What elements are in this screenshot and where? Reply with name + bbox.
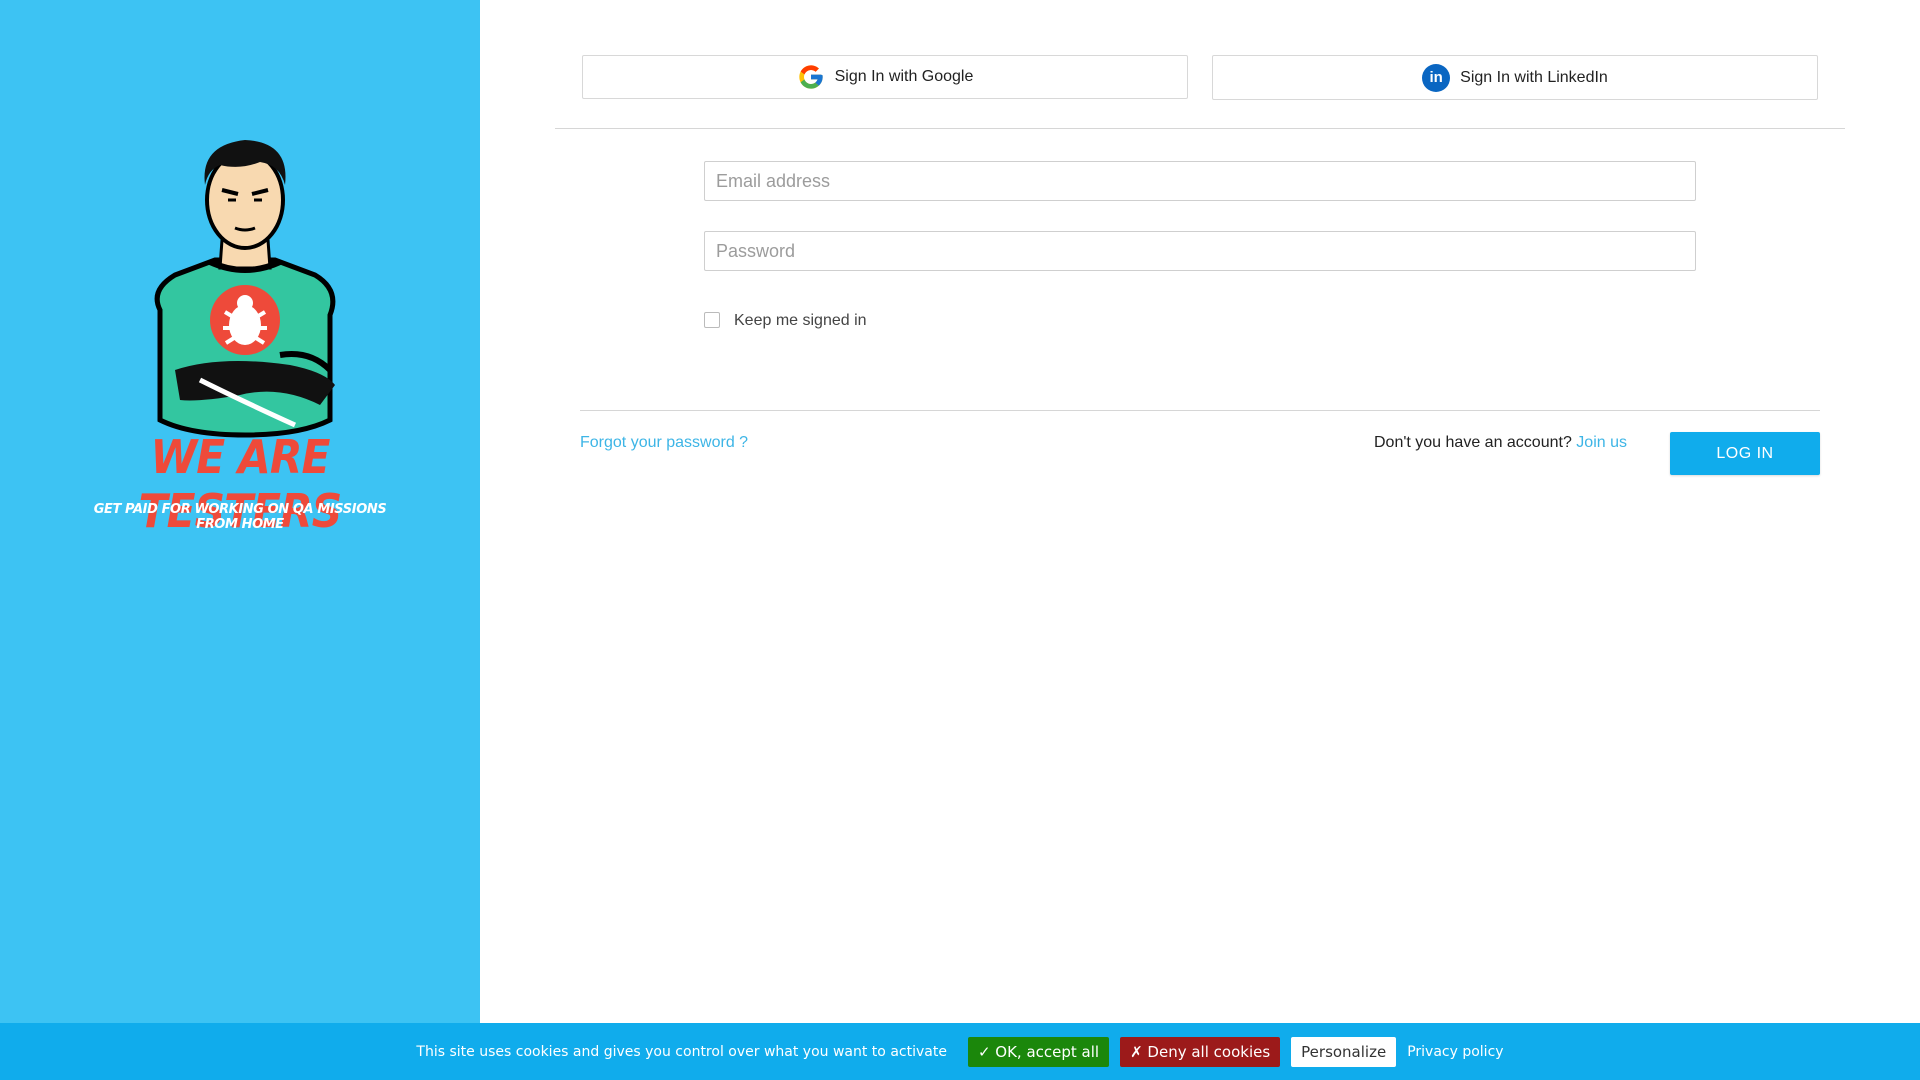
google-signin-button[interactable]: Sign In with Google — [582, 55, 1188, 99]
forgot-password-link[interactable]: Forgot your password ? — [580, 434, 748, 452]
personalize-cookies-button[interactable]: Personalize — [1291, 1036, 1397, 1067]
signup-prompt: Don't you have an account? Join us — [1374, 434, 1627, 452]
password-input[interactable] — [704, 231, 1696, 271]
branding-sidebar: WE ARE TESTERS GET PAID FOR WORKING ON Q… — [0, 0, 480, 1080]
google-signin-label: Sign In with Google — [834, 68, 974, 85]
cookie-banner: This site uses cookies and gives you con… — [0, 1023, 1920, 1080]
login-panel: Sign In with Google in Sign In with Link… — [480, 0, 1920, 1080]
brand-tagline: GET PAID FOR WORKING ON QA MISSIONS FROM… — [93, 502, 387, 532]
linkedin-signin-button[interactable]: in Sign In with LinkedIn — [1212, 55, 1818, 100]
join-us-link[interactable]: Join us — [1576, 434, 1627, 451]
keep-signed-in-checkbox[interactable] — [704, 312, 720, 328]
linkedin-signin-label: Sign In with LinkedIn — [1460, 68, 1608, 86]
linkedin-icon: in — [1422, 63, 1451, 92]
tester-mascot-icon — [154, 140, 336, 438]
divider — [580, 410, 1820, 411]
divider — [555, 128, 1845, 129]
deny-cookies-button[interactable]: ✗ Deny all cookies — [1120, 1036, 1281, 1067]
cookie-message: This site uses cookies and gives you con… — [416, 1043, 947, 1060]
accept-cookies-button[interactable]: ✓ OK, accept all — [967, 1036, 1110, 1067]
logo: WE ARE TESTERS GET PAID FOR WORKING ON Q… — [90, 140, 390, 540]
google-icon — [798, 65, 823, 89]
keep-signed-in-label: Keep me signed in — [734, 312, 867, 329]
privacy-policy-link[interactable]: Privacy policy — [1407, 1044, 1503, 1060]
no-account-text: Don't you have an account? — [1373, 434, 1572, 451]
email-input[interactable] — [704, 161, 1696, 201]
login-button[interactable]: LOG IN — [1670, 432, 1820, 475]
